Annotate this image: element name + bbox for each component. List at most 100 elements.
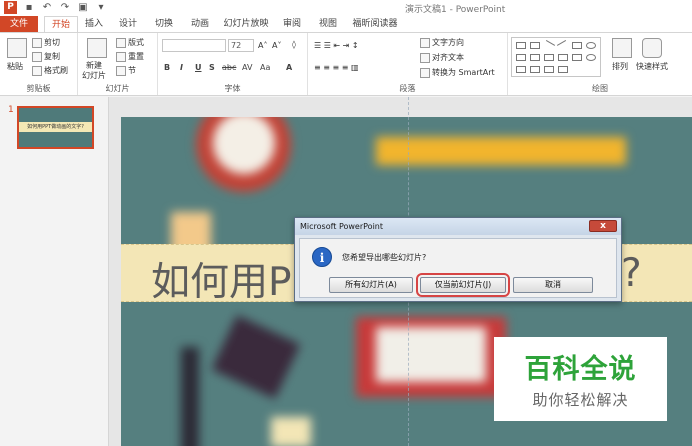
group-clipboard: 粘贴 剪切 复制 格式刷 剪贴板 bbox=[0, 33, 78, 95]
thumbnail-number: 1 bbox=[8, 105, 14, 115]
dialog-body: i 您希望导出哪些幻灯片? 所有幻灯片(A) 仅当前幻灯片(J) 取消 bbox=[299, 238, 617, 298]
star-shape-icon[interactable] bbox=[544, 66, 554, 73]
tab-view[interactable]: 视图 bbox=[314, 16, 342, 32]
slide-title-end: ? bbox=[621, 251, 642, 296]
dialog-message: 您希望导出哪些幻灯片? bbox=[342, 253, 427, 262]
vertical-textbox-shape-icon[interactable] bbox=[530, 42, 540, 49]
bullets-icon[interactable]: ☰ ☰ ⇤ ⇥ ↕ bbox=[314, 41, 359, 50]
current-slide-only-button[interactable]: 仅当前幻灯片(J) bbox=[416, 273, 510, 297]
watermark-sub-text: 助你轻松解决 bbox=[532, 391, 629, 409]
bold-button[interactable]: B bbox=[164, 63, 170, 72]
ribbon-home: 粘贴 剪切 复制 格式刷 剪贴板 新建 幻灯片 版式 重置 节 幻灯片 72 A… bbox=[0, 32, 692, 96]
export-dialog: Microsoft PowerPoint x i 您希望导出哪些幻灯片? 所有幻… bbox=[294, 217, 622, 302]
align-text-button[interactable]: 对齐文本 bbox=[420, 52, 464, 63]
curve-shape-icon[interactable] bbox=[516, 66, 526, 73]
cut-label: 剪切 bbox=[44, 38, 60, 47]
watermark-main-text: 百科全说 bbox=[524, 354, 637, 385]
shapes-gallery[interactable] bbox=[511, 37, 601, 77]
ribbon-tabs: 文件 开始 插入 设计 切换 动画 幻灯片放映 审阅 视图 福昕阅读器 bbox=[0, 16, 692, 32]
dialog-close-button[interactable]: x bbox=[589, 220, 617, 232]
smiley-shape-icon[interactable] bbox=[586, 54, 596, 61]
new-slide-icon[interactable] bbox=[87, 38, 107, 58]
lamp-arm-graphic bbox=[181, 347, 199, 446]
align-text-icon bbox=[420, 52, 430, 63]
layout-icon bbox=[116, 37, 126, 48]
italic-button[interactable]: I bbox=[180, 63, 183, 72]
monitor-screen-graphic bbox=[376, 327, 486, 382]
tab-review[interactable]: 审阅 bbox=[278, 16, 306, 32]
layout-label: 版式 bbox=[128, 38, 144, 47]
paste-button[interactable]: 粘贴 bbox=[7, 61, 23, 72]
triangle-shape-icon[interactable] bbox=[530, 54, 540, 61]
font-size-select[interactable]: 72 bbox=[228, 39, 254, 52]
align-icons[interactable]: ≡ ≡ ≡ ≡ ▥ bbox=[314, 63, 359, 72]
angle-shape-icon[interactable] bbox=[544, 54, 554, 61]
tab-foxit-reader[interactable]: 福昕阅读器 bbox=[350, 16, 400, 32]
block-arrow-shape-icon[interactable] bbox=[558, 54, 568, 61]
tab-animations[interactable]: 动画 bbox=[186, 16, 214, 32]
dialog-title: Microsoft PowerPoint bbox=[295, 218, 621, 235]
quick-styles-button[interactable]: 快速样式 bbox=[636, 61, 668, 72]
scissors-icon bbox=[32, 37, 42, 48]
all-slides-button[interactable]: 所有幻灯片(A) bbox=[329, 277, 413, 293]
reset-button[interactable]: 重置 bbox=[116, 51, 144, 62]
mug-graphic bbox=[271, 417, 311, 446]
section-button[interactable]: 节 bbox=[116, 65, 136, 76]
cut-button[interactable]: 剪切 bbox=[32, 37, 60, 48]
textbox-shape-icon[interactable] bbox=[516, 42, 526, 49]
layout-button[interactable]: 版式 bbox=[116, 37, 144, 48]
start-from-beginning-icon[interactable]: ▣ bbox=[77, 2, 89, 14]
arrange-button[interactable]: 排列 bbox=[612, 61, 628, 72]
slide-thumbnail[interactable]: 如何用PPT做动画的文字? bbox=[17, 106, 94, 149]
shelf-graphic bbox=[376, 137, 626, 165]
convert-smartart-button[interactable]: 转换为 SmartArt bbox=[420, 67, 495, 78]
rounded-rect-shape-icon[interactable] bbox=[516, 54, 526, 61]
reset-label: 重置 bbox=[128, 52, 144, 61]
group-slides: 新建 幻灯片 版式 重置 节 幻灯片 bbox=[78, 33, 158, 95]
watermark: 百科全说 助你轻松解决 bbox=[494, 337, 667, 421]
quick-access-toolbar: P ▪ ↶ ↷ ▣ ▾ bbox=[4, 1, 107, 14]
window-title: 演示文稿1 - PowerPoint bbox=[405, 5, 506, 15]
slide-title-start: 如何用P bbox=[151, 260, 292, 305]
quick-styles-icon[interactable] bbox=[642, 38, 662, 58]
cancel-button[interactable]: 取消 bbox=[513, 277, 593, 293]
copy-button[interactable]: 复制 bbox=[32, 51, 60, 62]
clear-formatting-icon[interactable]: ◊ bbox=[292, 40, 296, 49]
copy-label: 复制 bbox=[44, 52, 60, 61]
tab-insert[interactable]: 插入 bbox=[80, 16, 108, 32]
tab-transitions[interactable]: 切换 bbox=[150, 16, 178, 32]
bracket-shape-icon[interactable] bbox=[558, 66, 568, 73]
tab-home[interactable]: 开始 bbox=[44, 16, 78, 32]
group-label-drawing: 绘图 bbox=[592, 84, 608, 93]
tab-design[interactable]: 设计 bbox=[114, 16, 142, 32]
customize-toolbar-icon[interactable]: ▾ bbox=[95, 2, 107, 14]
change-case-button[interactable]: Aa bbox=[260, 63, 270, 72]
brace-shape-icon[interactable] bbox=[530, 66, 540, 73]
undo-icon[interactable]: ↶ bbox=[41, 2, 53, 14]
text-direction-button[interactable]: 文字方向 bbox=[420, 37, 464, 48]
save-icon[interactable]: ▪ bbox=[23, 2, 35, 14]
smartart-icon bbox=[420, 67, 430, 78]
arrow-shape-icon[interactable] bbox=[556, 39, 570, 52]
new-slide-button-line2[interactable]: 幻灯片 bbox=[82, 70, 106, 81]
tab-slideshow[interactable]: 幻灯片放映 bbox=[222, 16, 270, 32]
font-name-select[interactable] bbox=[162, 39, 226, 52]
shadow-button[interactable]: S bbox=[209, 63, 215, 72]
smartart-label: 转换为 SmartArt bbox=[432, 68, 495, 77]
rectangle-shape-icon[interactable] bbox=[572, 42, 582, 49]
char-spacing-button[interactable]: AV bbox=[242, 63, 252, 72]
strikethrough-button[interactable]: abc bbox=[222, 63, 236, 72]
format-painter-button[interactable]: 格式刷 bbox=[32, 65, 68, 76]
oval-shape-icon[interactable] bbox=[586, 42, 596, 49]
arrange-icon[interactable] bbox=[612, 38, 632, 58]
font-color-button[interactable]: A bbox=[286, 63, 292, 72]
grow-font-icon[interactable]: A˄ bbox=[258, 41, 267, 50]
tab-file[interactable]: 文件 bbox=[0, 16, 38, 32]
paste-icon[interactable] bbox=[7, 38, 27, 58]
line-shape-icon[interactable] bbox=[542, 39, 556, 52]
underline-button[interactable]: U bbox=[195, 63, 202, 72]
powerpoint-logo-icon: P bbox=[4, 1, 17, 14]
down-arrow-shape-icon[interactable] bbox=[572, 54, 582, 61]
redo-icon[interactable]: ↷ bbox=[59, 2, 71, 14]
shrink-font-icon[interactable]: A˅ bbox=[272, 41, 281, 50]
